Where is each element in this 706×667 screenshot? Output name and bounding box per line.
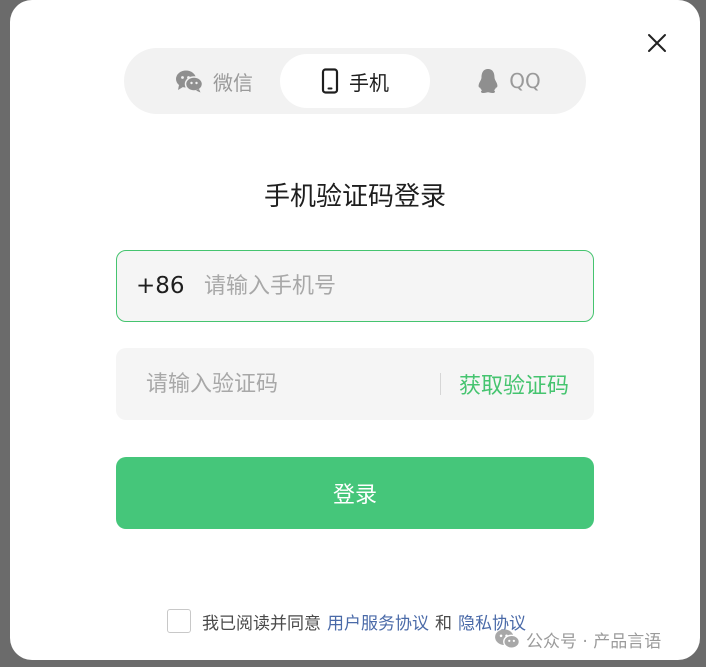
agreement-checkbox[interactable]: [167, 609, 191, 633]
watermark-text: 公众号 · 产品言语: [526, 631, 662, 652]
tab-phone-label: 手机: [349, 70, 389, 95]
terms-link[interactable]: 用户服务协议: [327, 609, 429, 634]
verification-code-field: 获取验证码: [116, 348, 594, 420]
phone-input[interactable]: [204, 273, 574, 299]
wechat-icon: [494, 628, 520, 650]
tab-qq[interactable]: QQ: [454, 54, 564, 108]
agreement-row: 我已阅读并同意 用户服务协议 和 隐私协议: [167, 608, 532, 634]
phone-icon: [321, 68, 339, 94]
tab-wechat[interactable]: 微信: [154, 54, 274, 108]
login-button[interactable]: 登录: [116, 457, 594, 529]
wechat-icon: [175, 69, 203, 93]
agreement-conjunction: 和: [435, 613, 452, 634]
country-code[interactable]: +86: [136, 273, 204, 299]
close-icon: [648, 34, 666, 52]
watermark: 公众号 · 产品言语: [494, 626, 661, 652]
tab-phone[interactable]: 手机: [280, 54, 430, 108]
phone-field: +86: [116, 250, 594, 322]
tab-qq-label: QQ: [509, 69, 541, 93]
agreement-text: 我已阅读并同意: [202, 613, 321, 634]
get-code-button[interactable]: 获取验证码: [459, 368, 569, 400]
verification-code-input[interactable]: [146, 371, 426, 397]
login-dialog: 微信 手机 QQ 手机验证码登录 +86 获取验: [10, 0, 700, 660]
field-divider: [440, 373, 441, 395]
login-method-tabs: 微信 手机 QQ: [124, 48, 586, 114]
tab-wechat-label: 微信: [213, 70, 253, 95]
close-button[interactable]: [644, 30, 670, 56]
qq-penguin-icon: [477, 68, 499, 94]
page-title: 手机验证码登录: [263, 182, 446, 212]
